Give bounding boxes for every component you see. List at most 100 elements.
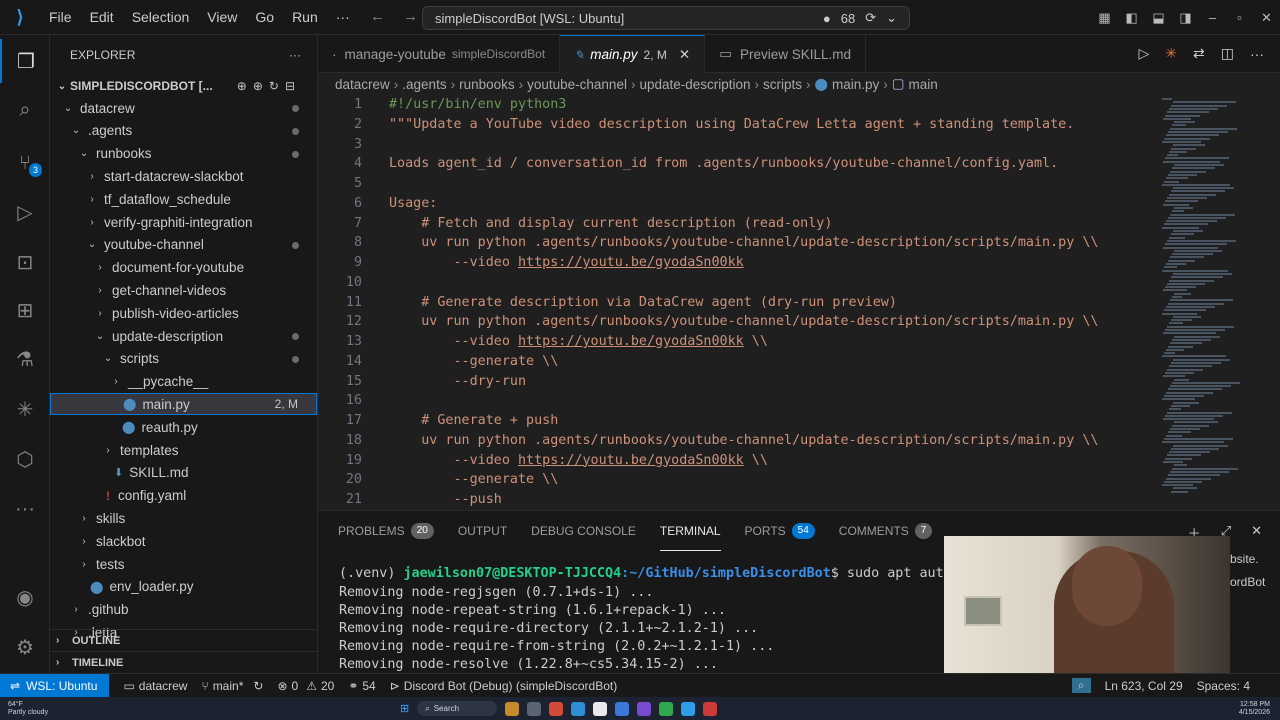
system-clock[interactable]: 12:58 PM 4/15/2026 — [1239, 701, 1270, 717]
close-window-icon[interactable]: ✕ — [1253, 10, 1280, 26]
tree-item[interactable]: ⬤ main.py 2, M — [50, 393, 317, 416]
folder-status[interactable]: ▭ datacrew — [123, 679, 187, 693]
back-arrow-icon[interactable]: ← — [370, 8, 385, 25]
taskbar-app-icon[interactable] — [571, 701, 586, 716]
menu-file[interactable]: File — [40, 0, 81, 35]
problems-status[interactable]: ⊗ 0 ⚠ 20 — [277, 679, 334, 693]
windows-start-icon[interactable]: ⊞ — [400, 702, 409, 715]
more-menu-icon[interactable]: ··· — [327, 0, 359, 35]
tree-item[interactable]: › slackbot — [50, 530, 317, 552]
tree-item[interactable]: › verify-graphiti-integration — [50, 211, 317, 233]
split-editor-icon[interactable]: ◫ — [1221, 45, 1234, 62]
debug-status[interactable]: ⊳ Discord Bot (Debug) (simpleDiscordBot) — [390, 679, 617, 693]
forward-arrow-icon[interactable]: → — [403, 8, 418, 25]
close-icon[interactable]: ✕ — [679, 47, 690, 63]
tree-item[interactable]: › __pycache__ — [50, 371, 317, 393]
code-link[interactable]: https://youtu.be/gyodaSn00kk — [518, 453, 744, 468]
menu-run[interactable]: Run — [283, 0, 327, 35]
taskbar-app-icon[interactable] — [527, 701, 542, 716]
cursor-position[interactable]: Ln 623, Col 29 — [1105, 679, 1183, 693]
taskbar-app-icon[interactable] — [703, 701, 718, 716]
breadcrumb-item[interactable]: scripts — [763, 77, 802, 92]
tree-item[interactable]: › document-for-youtube — [50, 257, 317, 279]
more-actions-icon[interactable]: ··· — [1250, 46, 1264, 62]
remote-explorer-icon[interactable]: ⊡ — [0, 240, 50, 284]
tree-item[interactable]: ⌄ scripts — [50, 348, 317, 370]
workspace-root[interactable]: ⌄ SIMPLEDISCORDBOT [... ⊕⊕↻⊟ — [50, 75, 317, 97]
toggle-secondary-sidebar-icon[interactable]: ◨ — [1172, 10, 1199, 26]
zoom-icon[interactable]: ⌕ — [1071, 678, 1091, 693]
compare-icon[interactable]: ⇄ — [1193, 45, 1205, 62]
tree-item[interactable]: ⌄ .agents — [50, 120, 317, 142]
claude-action-icon[interactable]: ✳ — [1165, 45, 1177, 62]
tree-item[interactable]: › templates — [50, 439, 317, 461]
code-link[interactable]: https://youtu.be/gyodaSn00kk — [518, 334, 744, 349]
tree-item[interactable]: › skills — [50, 507, 317, 529]
claude-icon[interactable]: ✳ — [0, 387, 50, 431]
run-file-icon[interactable]: ▷ — [1139, 45, 1150, 62]
minimize-icon[interactable]: – — [1199, 10, 1226, 25]
tree-item[interactable]: › .github — [50, 599, 317, 621]
breadcrumb-item[interactable]: main.py — [832, 77, 879, 92]
tree-item[interactable]: ⌄ update-description — [50, 325, 317, 347]
breadcrumb-item[interactable]: .agents — [402, 77, 446, 92]
menu-go[interactable]: Go — [246, 0, 283, 35]
tree-item[interactable]: › get-channel-videos — [50, 279, 317, 301]
breadcrumb-item[interactable]: datacrew — [335, 77, 390, 92]
panel-tab-terminal[interactable]: TERMINAL — [659, 511, 721, 551]
remote-indicator[interactable]: ⇌ WSL: Ubuntu — [0, 673, 110, 698]
menu-selection[interactable]: Selection — [123, 0, 199, 35]
chat-icon[interactable]: ⟳ — [865, 10, 876, 26]
panel-tab-debug-console[interactable]: DEBUG CONSOLE — [531, 511, 636, 551]
taskbar-app-icon[interactable] — [505, 701, 520, 716]
taskbar-search[interactable]: ⌕ Search — [417, 701, 498, 716]
tree-item[interactable]: ⌄ runbooks — [50, 143, 317, 165]
settings-gear-icon[interactable]: ⚙ — [0, 625, 50, 669]
menu-view[interactable]: View — [198, 0, 246, 35]
tree-item[interactable]: ! config.yaml — [50, 485, 317, 507]
tree-item[interactable]: ⬇ SKILL.md — [50, 462, 317, 484]
explorer-more-icon[interactable]: ··· — [289, 48, 301, 62]
breadcrumb-item[interactable]: main — [909, 77, 938, 92]
taskbar-app-icon[interactable] — [637, 701, 652, 716]
taskbar-app-icon[interactable] — [593, 701, 608, 716]
panel-tab-output[interactable]: OUTPUT — [458, 511, 507, 551]
tree-item[interactable]: ⌄ datacrew — [50, 97, 317, 119]
containers-icon[interactable]: ⬡ — [0, 437, 50, 481]
tree-item[interactable]: › tf_dataflow_schedule — [50, 188, 317, 210]
search-icon[interactable]: ⌕ — [0, 88, 50, 132]
tree-item[interactable]: ⬤ reauth.py — [50, 416, 317, 438]
taskbar-app-icon[interactable] — [549, 701, 564, 716]
chevron-down-icon[interactable]: ⌄ — [886, 10, 897, 26]
testing-icon[interactable]: ⚗ — [0, 337, 50, 381]
editor-scrollbar[interactable] — [1266, 95, 1280, 510]
code-link[interactable]: https://youtu.be/gyodaSn00kk — [518, 255, 744, 270]
layout-grid-icon[interactable]: ▦ — [1091, 10, 1118, 26]
code-editor[interactable]: 1 #!/usr/bin/env python3 2 """Update a YouT… — [318, 95, 1280, 510]
explorer-actions-icon[interactable]: ⊕⊕↻⊟ — [237, 79, 301, 93]
minimap[interactable] — [1160, 95, 1260, 510]
toggle-panel-icon[interactable]: ⬓ — [1145, 10, 1172, 26]
panel-tab-problems[interactable]: PROBLEMS 20 — [338, 511, 434, 551]
tab-main-py[interactable]: ✎ main.py 2, M ✕ — [560, 35, 706, 73]
explorer-icon[interactable]: ❐ — [0, 39, 50, 83]
close-panel-icon[interactable]: ✕ — [1251, 523, 1262, 542]
toggle-sidebar-icon[interactable]: ◧ — [1118, 10, 1145, 26]
tree-item[interactable]: ⌄ youtube-channel — [50, 234, 317, 256]
breadcrumb-item[interactable]: update-description — [639, 77, 750, 92]
taskbar-app-icon[interactable] — [659, 701, 674, 716]
copilot-status-icon[interactable]: ● — [823, 11, 831, 26]
tree-item[interactable]: › start-datacrew-slackbot — [50, 165, 317, 187]
more-views-icon[interactable]: ··· — [0, 487, 50, 531]
taskbar-app-icon[interactable] — [681, 701, 696, 716]
branch-status[interactable]: ⑂ main* ↻ — [201, 679, 263, 693]
tab-preview-skill[interactable]: ▭ Preview SKILL.md — [705, 35, 867, 73]
tree-item[interactable]: ⬤ env_loader.py — [50, 576, 317, 598]
menu-edit[interactable]: Edit — [81, 0, 123, 35]
run-debug-icon[interactable]: ▷ — [0, 190, 50, 234]
source-control-icon[interactable]: ⑂ 3 — [0, 141, 50, 185]
command-center[interactable]: simpleDiscordBot [WSL: Ubuntu] ● 68 ⟳ ⌄ — [422, 6, 910, 30]
panel-tab-ports[interactable]: PORTS 54 — [745, 511, 815, 551]
outline-section[interactable]: › OUTLINE — [50, 629, 317, 651]
weather-widget[interactable]: 64°F Partly cloudy — [8, 701, 48, 717]
